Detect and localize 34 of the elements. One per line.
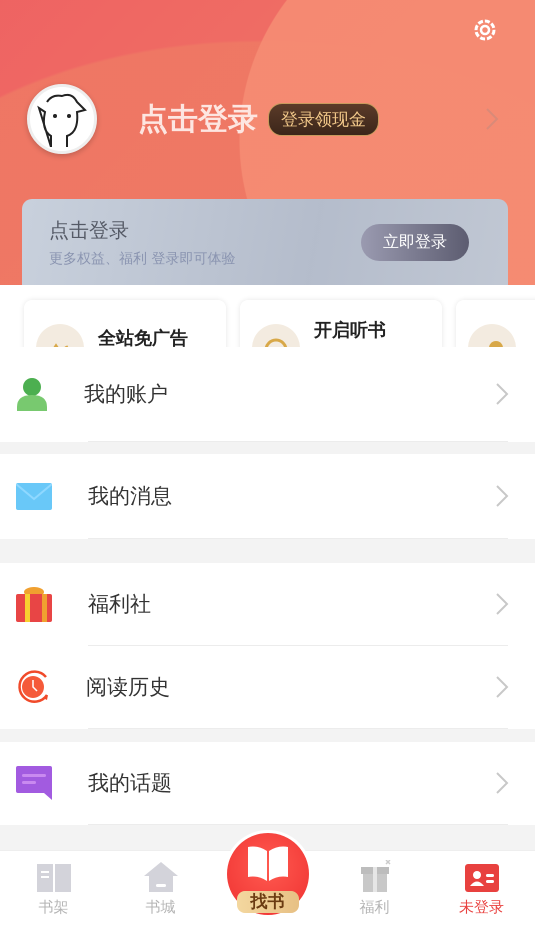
menu-item-label: 我的账户 [84, 381, 168, 408]
clock-icon [16, 669, 50, 705]
perk-label: 开启听书 [314, 319, 386, 342]
menu-item[interactable]: 阅读历史 [0, 646, 535, 728]
house-icon [144, 862, 178, 892]
speech-bubble-icon [16, 766, 52, 800]
login-card-title: 点击登录 [49, 216, 130, 244]
sheep-drawing [37, 92, 87, 146]
menu-item-label: 我的消息 [88, 483, 172, 510]
gift-icon [16, 586, 52, 622]
perk-card[interactable]: 全站免广告 [24, 300, 226, 347]
perk-card[interactable]: 开启听书 [240, 300, 442, 347]
menu-item[interactable]: 我的消息 [0, 454, 535, 538]
menu-item-label: 福利社 [88, 591, 151, 618]
chevron-right-icon [495, 382, 509, 406]
login-now-button[interactable]: 立即登录 [361, 224, 469, 260]
menu-item[interactable]: 我的话题 [0, 742, 535, 824]
chevron-right-icon [495, 675, 509, 699]
avatar[interactable] [27, 84, 97, 154]
chevron-right-icon [495, 771, 509, 795]
open-book-icon [246, 845, 290, 881]
menu-item[interactable]: 福利社 [0, 563, 535, 645]
book-icon [36, 864, 70, 892]
perk-label: 全站免广告 [98, 327, 188, 347]
id-card-icon [464, 864, 498, 892]
chevron-right-icon [495, 592, 509, 616]
chevron-right-icon [495, 484, 509, 508]
menu-item-label: 我的话题 [88, 770, 172, 797]
nav-tab[interactable]: 未登录 [428, 851, 535, 925]
person-icon [16, 377, 48, 411]
menu-item-label: 阅读历史 [86, 674, 170, 701]
envelope-icon [16, 482, 52, 510]
menu-item[interactable]: 我的账户 [0, 347, 535, 441]
cash-reward-badge[interactable]: 登录领现金 [268, 102, 379, 136]
